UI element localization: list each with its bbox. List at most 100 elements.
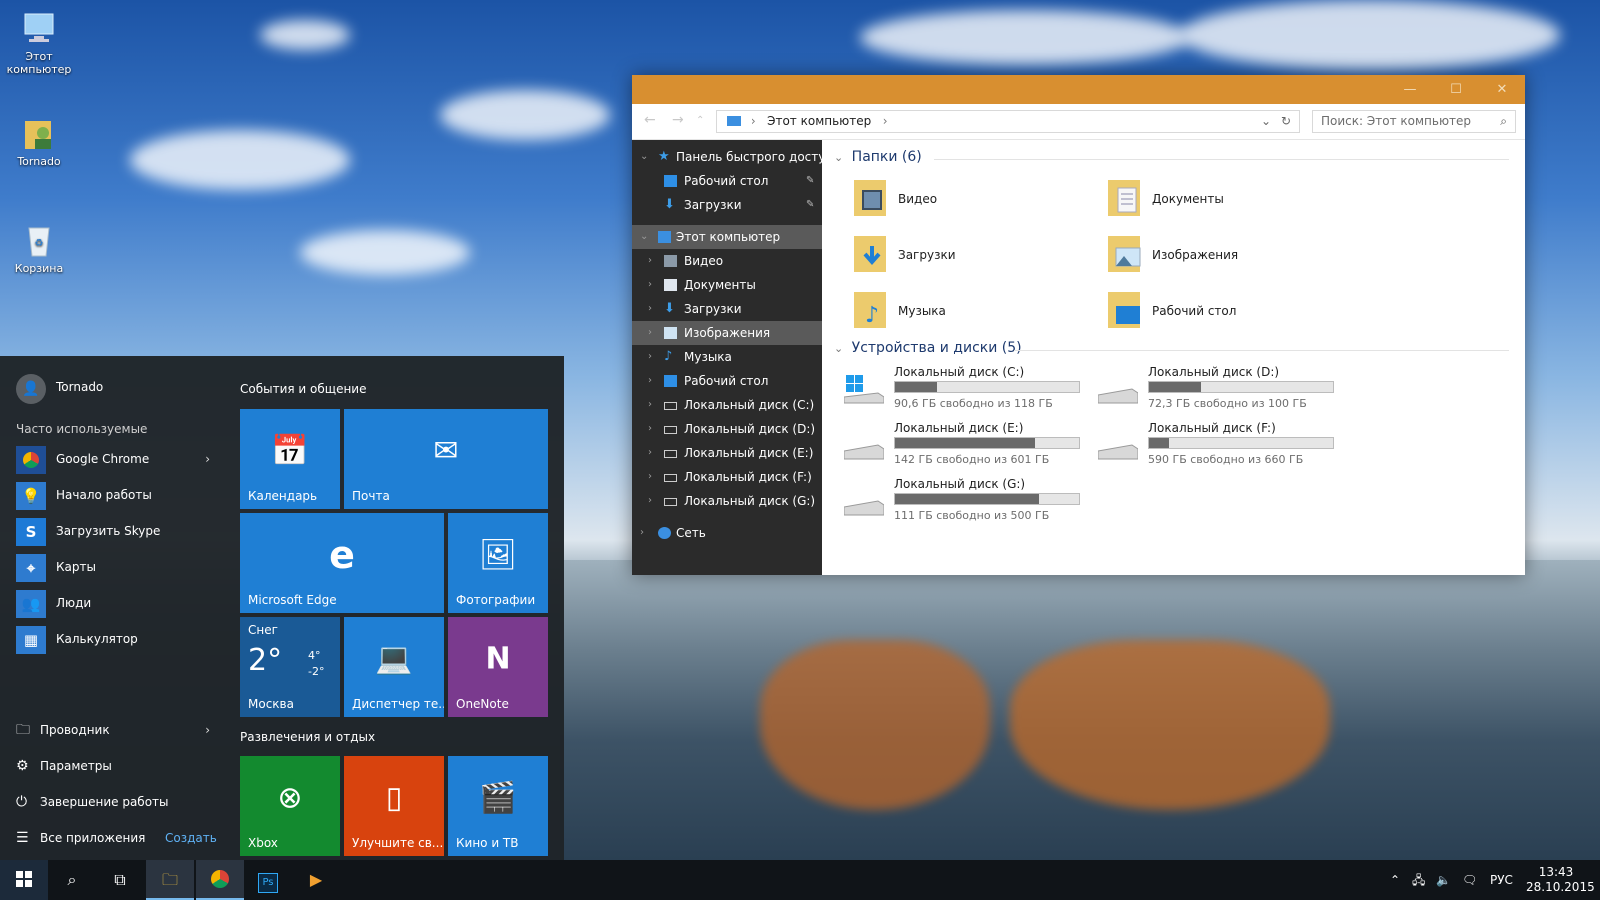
tile-onenote[interactable]: N OneNote — [448, 617, 548, 717]
desktop-icon-user[interactable]: Tornado — [4, 115, 74, 168]
close-button[interactable]: ✕ — [1479, 75, 1525, 104]
chevron-right-icon[interactable]: › — [648, 369, 652, 393]
chevron-right-icon[interactable]: › — [648, 393, 652, 417]
tile-mail[interactable]: ✉ Почта — [344, 409, 548, 509]
chevron-down-icon[interactable]: ⌄ — [1261, 111, 1271, 132]
language-indicator[interactable]: РУС — [1490, 860, 1513, 900]
nav-item-downloads-pinned[interactable]: ⬇ Загрузки ✎ — [632, 193, 822, 217]
pin-icon[interactable]: ✎ — [806, 193, 814, 217]
desktop-icon-recycle[interactable]: ♻ Корзина — [4, 222, 74, 275]
nav-item-drive-d[interactable]: › Локальный диск (D:) — [632, 417, 822, 441]
taskbar-file-explorer[interactable]: 🗀 — [146, 860, 194, 900]
chevron-right-icon[interactable]: › — [648, 345, 652, 369]
tile-office[interactable]: ▯ Улучшите св... — [344, 756, 444, 856]
chevron-right-icon[interactable]: › — [648, 249, 652, 273]
file-explorer-link[interactable]: 🗀 Проводник › — [16, 713, 210, 747]
folder-videos[interactable]: Видео — [852, 178, 1032, 222]
maximize-button[interactable]: ☐ — [1433, 75, 1479, 104]
nav-item-documents[interactable]: › Документы — [632, 273, 822, 297]
power-button[interactable]: ⏻ Завершение работы — [16, 785, 210, 819]
drives-group-header[interactable]: ⌄ Устройства и диски (5) — [834, 340, 1509, 356]
nav-item-music[interactable]: › ♪ Музыка — [632, 345, 822, 369]
all-apps-button[interactable]: ☰ Все приложения — [16, 821, 156, 855]
chevron-right-icon[interactable]: › — [648, 489, 652, 513]
create-link[interactable]: Создать — [165, 821, 217, 855]
chevron-down-icon[interactable]: ⌄ — [834, 342, 843, 355]
chevron-right-icon[interactable]: › — [648, 441, 652, 465]
back-arrow-icon[interactable]: ← — [644, 112, 656, 128]
tile-xbox[interactable]: ⊗ Xbox — [240, 756, 340, 856]
folders-group-header[interactable]: ⌄ Папки (6) — [834, 149, 1509, 165]
folder-pictures[interactable]: Изображения — [1106, 234, 1286, 278]
app-google-chrome[interactable]: Google Chrome › — [16, 442, 210, 476]
search-input[interactable]: Поиск: Этот компьютер ⌕ — [1312, 110, 1516, 133]
nav-item-drive-c[interactable]: › Локальный диск (C:) — [632, 393, 822, 417]
up-arrow-icon[interactable]: ⌃ — [696, 115, 704, 126]
folder-label: Документы — [1152, 192, 1224, 206]
user-account[interactable]: 👤 Tornado — [16, 370, 216, 404]
chevron-right-icon[interactable]: › — [648, 321, 652, 345]
tile-phone-companion[interactable]: 💻 Диспетчер те... — [344, 617, 444, 717]
refresh-icon[interactable]: ↻ — [1281, 111, 1291, 132]
nav-item-videos[interactable]: › Видео — [632, 249, 822, 273]
app-get-started[interactable]: 💡 Начало работы — [16, 478, 210, 512]
taskbar-media-player[interactable]: ▶ — [292, 860, 340, 900]
nav-item-desktop[interactable]: › Рабочий стол — [632, 369, 822, 393]
drive-f[interactable]: Локальный диск (F:) 590 ГБ свободно из 6… — [1097, 421, 1348, 471]
address-bar[interactable]: › Этот компьютер › ⌄ ↻ — [716, 110, 1300, 133]
chevron-right-icon[interactable]: › — [640, 521, 644, 545]
app-people[interactable]: 👥 Люди — [16, 586, 210, 620]
app-maps[interactable]: ⌖ Карты — [16, 550, 210, 584]
volume-icon[interactable]: 🔈 — [1436, 860, 1451, 900]
nav-item-downloads[interactable]: › ⬇ Загрузки — [632, 297, 822, 321]
nav-item-this-pc[interactable]: ⌄ Этот компьютер — [632, 225, 822, 249]
show-hidden-icons[interactable]: ⌃ — [1390, 860, 1400, 900]
folder-documents[interactable]: Документы — [1106, 178, 1286, 222]
app-skype[interactable]: S Загрузить Skype — [16, 514, 210, 548]
taskbar-chrome[interactable] — [196, 860, 244, 900]
pin-icon[interactable]: ✎ — [806, 169, 814, 193]
chevron-right-icon[interactable]: › — [648, 297, 652, 321]
folder-desktop[interactable]: Рабочий стол — [1106, 290, 1286, 334]
nav-item-network[interactable]: › Сеть — [632, 521, 822, 545]
forward-arrow-icon[interactable]: → — [672, 112, 684, 128]
minimize-button[interactable]: — — [1387, 75, 1433, 104]
drive-e[interactable]: Локальный диск (E:) 142 ГБ свободно из 6… — [843, 421, 1094, 471]
tile-edge[interactable]: e Microsoft Edge — [240, 513, 444, 613]
drive-c[interactable]: Локальный диск (C:) 90,6 ГБ свободно из … — [843, 365, 1094, 415]
chevron-right-icon[interactable]: › — [205, 713, 210, 747]
clock[interactable]: 13:43 28.10.2015 — [1526, 860, 1595, 900]
network-icon[interactable]: 🖧 — [1412, 860, 1425, 900]
settings-link[interactable]: ⚙ Параметры — [16, 749, 210, 783]
tile-weather[interactable]: Снег 2° 4° -2° Москва — [240, 617, 340, 717]
tile-movies[interactable]: 🎬 Кино и ТВ — [448, 756, 548, 856]
chevron-down-icon[interactable]: ⌄ — [640, 145, 648, 169]
tile-calendar[interactable]: 📅 Календарь — [240, 409, 340, 509]
nav-item-desktop-pinned[interactable]: Рабочий стол ✎ — [632, 169, 822, 193]
title-bar[interactable]: — ☐ ✕ — [632, 75, 1525, 104]
chevron-right-icon[interactable]: › — [648, 273, 652, 297]
desktop-icon-computer[interactable]: Этот компьютер — [4, 10, 74, 76]
drive-g[interactable]: Локальный диск (G:) 111 ГБ свободно из 5… — [843, 477, 1094, 527]
drive-d[interactable]: Локальный диск (D:) 72,3 ГБ свободно из … — [1097, 365, 1348, 415]
folder-downloads[interactable]: Загрузки — [852, 234, 1032, 278]
chevron-down-icon[interactable]: ⌄ — [834, 151, 843, 164]
chevron-right-icon[interactable]: › — [648, 417, 652, 441]
chevron-down-icon[interactable]: ⌄ — [640, 225, 648, 249]
breadcrumb-this-pc[interactable]: Этот компьютер — [767, 114, 871, 128]
task-view-button[interactable]: ⧉ — [96, 860, 144, 900]
taskbar-photoshop[interactable]: Ps — [244, 860, 292, 900]
nav-item-drive-e[interactable]: › Локальный диск (E:) — [632, 441, 822, 465]
nav-item-drive-g[interactable]: › Локальный диск (G:) — [632, 489, 822, 513]
nav-item-drive-f[interactable]: › Локальный диск (F:) — [632, 465, 822, 489]
action-center-icon[interactable]: 🗨 — [1462, 860, 1477, 900]
folder-music[interactable]: ♪ Музыка — [852, 290, 1032, 334]
search-button[interactable]: ⌕ — [48, 860, 96, 900]
chevron-right-icon[interactable]: › — [648, 465, 652, 489]
nav-item-pictures[interactable]: › Изображения — [632, 321, 822, 345]
chevron-right-icon[interactable]: › — [205, 442, 210, 476]
start-button[interactable] — [0, 860, 48, 900]
app-calculator[interactable]: ▦ Калькулятор — [16, 622, 210, 656]
nav-item-quick-access[interactable]: ⌄ ★ Панель быстрого доступа — [632, 145, 841, 169]
tile-photos[interactable]: 🖼 Фотографии — [448, 513, 548, 613]
